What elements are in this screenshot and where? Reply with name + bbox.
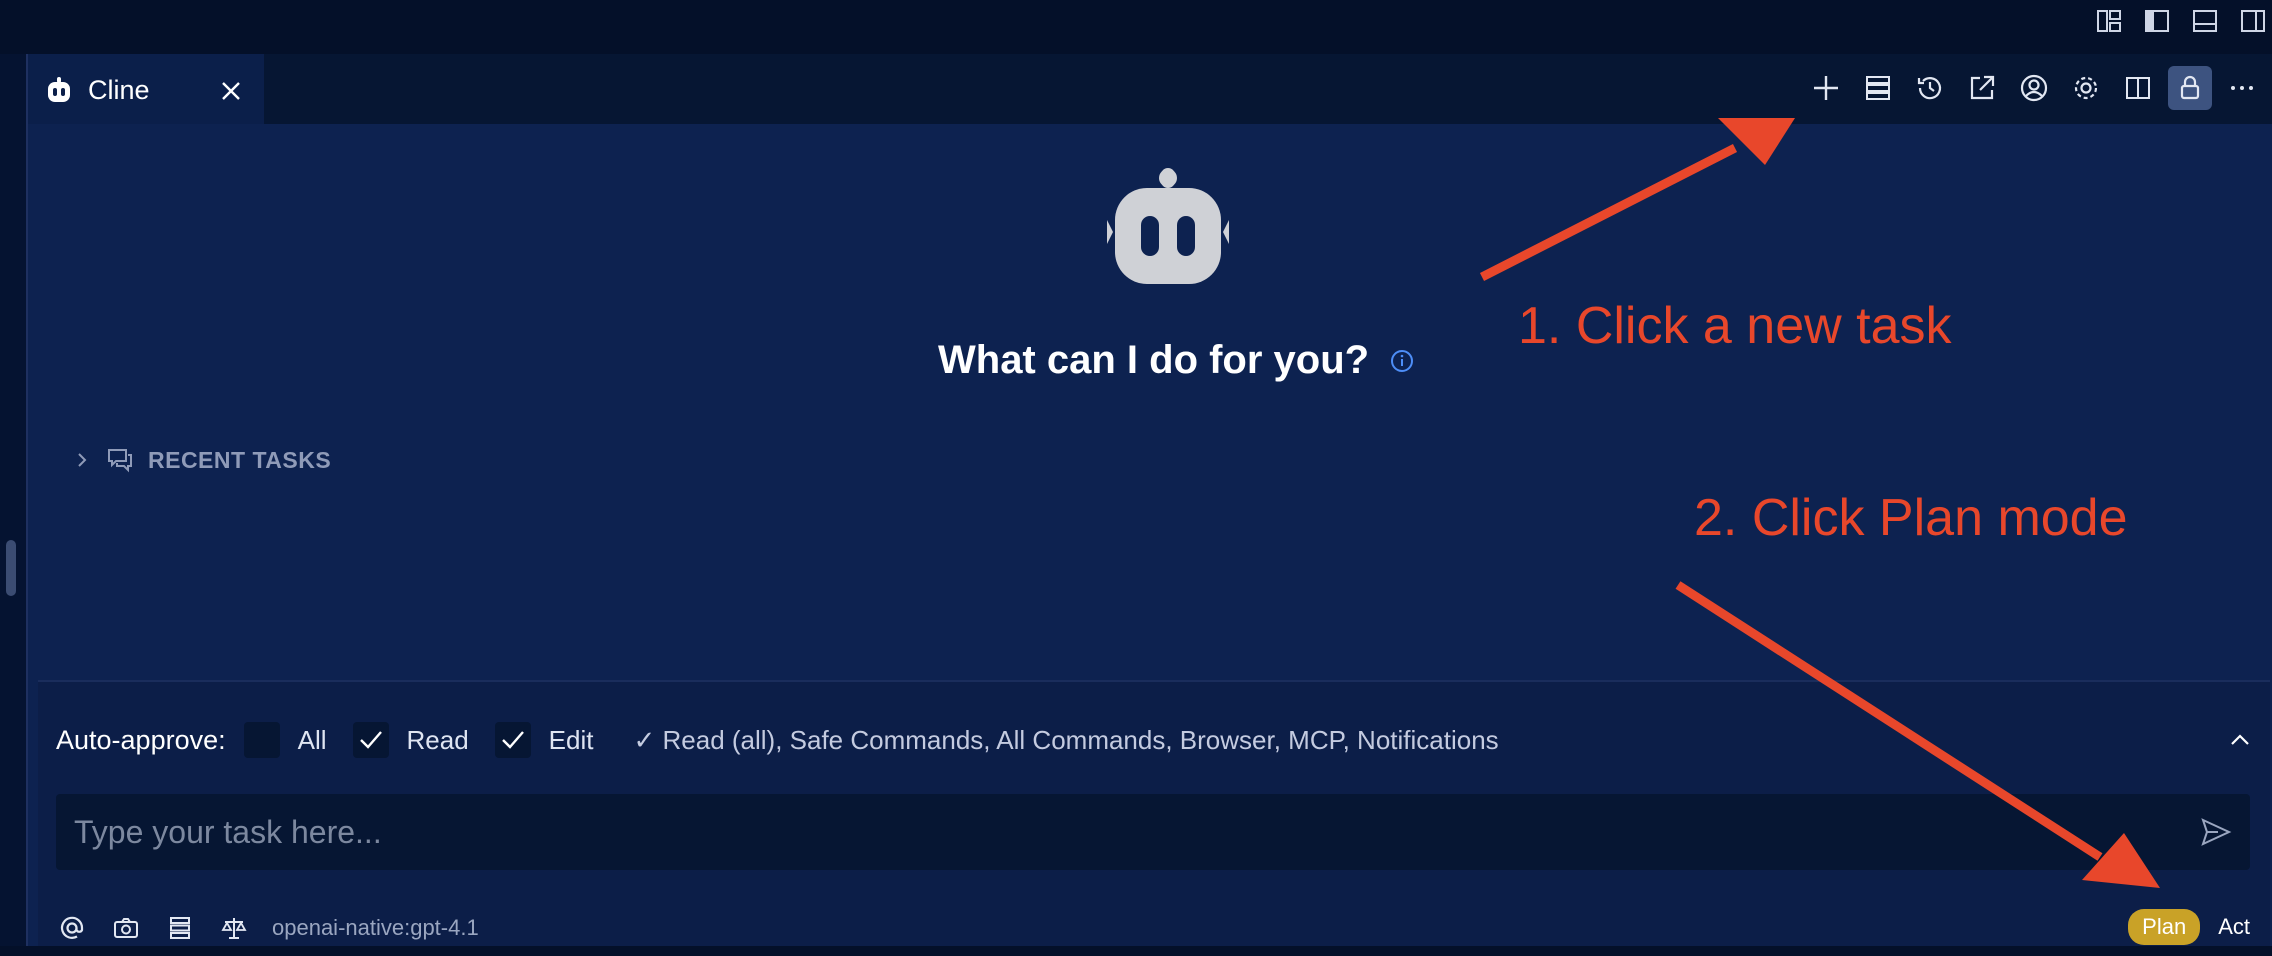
welcome-heading: What can I do for you? [938, 338, 1415, 383]
at-sign-icon [60, 916, 84, 939]
cline-robot-icon [48, 77, 70, 102]
split-icon [2126, 77, 2150, 99]
auto-approve-label: Auto-approve: [56, 724, 226, 755]
camera-icon [114, 918, 138, 938]
chat-composer: Auto-approve: All Read Edit ✓ Read (all)… [38, 680, 2270, 956]
approve-all-label: All [297, 724, 327, 755]
mention-button[interactable] [56, 912, 88, 944]
popout-icon [1970, 75, 1995, 100]
chevron-up-icon [2231, 734, 2249, 745]
plan-mode-button[interactable]: Plan [2128, 909, 2201, 945]
annotation-step-2: 2. Click Plan mode [1694, 489, 2128, 547]
task-input[interactable] [56, 794, 2250, 870]
recent-tasks-toggle[interactable]: RECENT TASKS [72, 446, 331, 474]
chevron-right-icon [78, 453, 87, 467]
lock-icon [2180, 75, 2200, 100]
annotation-step-1: 1. Click a new task [1518, 297, 1952, 355]
new-task-button[interactable] [1804, 66, 1848, 110]
mcp-servers-footer-button[interactable] [164, 912, 196, 944]
collapse-auto-approve-button[interactable] [2222, 722, 2258, 758]
act-mode-button[interactable]: Act [2208, 909, 2260, 945]
send-icon[interactable] [2198, 814, 2234, 850]
close-icon [222, 82, 240, 100]
auto-approve-summary: ✓ Read (all), Safe Commands, All Command… [633, 724, 1499, 755]
more-icon [2231, 86, 2253, 90]
approve-edit-label: Edit [548, 724, 594, 755]
approve-read-checkbox[interactable] [352, 722, 389, 758]
info-icon[interactable] [1389, 348, 1415, 374]
account-button[interactable] [2012, 66, 2056, 110]
cline-robot-icon [1107, 168, 1229, 284]
plan-act-toggle[interactable]: Plan Act [2128, 909, 2260, 945]
history-button[interactable] [1908, 66, 1952, 110]
customize-layout-icon[interactable] [2094, 6, 2124, 36]
servers-icon [170, 917, 190, 939]
rules-button[interactable] [218, 912, 250, 944]
gear-icon [2074, 76, 2098, 100]
approve-edit-checkbox[interactable] [494, 722, 531, 758]
history-icon [1917, 77, 1942, 100]
tab-bar: Cline [28, 54, 2272, 124]
toggle-secondary-sidebar-icon[interactable] [2238, 6, 2268, 36]
tab-title: Cline [88, 74, 150, 105]
servers-icon [1866, 76, 1890, 100]
recent-tasks-label: RECENT TASKS [148, 446, 332, 473]
layout-controls [2094, 6, 2268, 36]
account-icon [2020, 74, 2048, 102]
open-in-editor-button[interactable] [1960, 66, 2004, 110]
page-title: What can I do for you? [938, 338, 1370, 382]
settings-button[interactable] [2064, 66, 2108, 110]
plus-icon [1814, 76, 1838, 100]
left-gutter [0, 54, 26, 956]
composer-footer: openai-native:gpt-4.1 [56, 912, 479, 944]
auto-approve-bar[interactable]: Auto-approve: All Read Edit ✓ Read (all)… [56, 722, 1499, 758]
close-tab-button[interactable] [214, 74, 248, 108]
model-selector[interactable]: openai-native:gpt-4.1 [272, 915, 479, 941]
scales-icon [221, 918, 247, 939]
view-toolbar [1804, 66, 2272, 110]
status-bar [0, 946, 2272, 956]
mcp-servers-button[interactable] [1856, 66, 1900, 110]
approve-all-checkbox[interactable] [243, 722, 280, 758]
tab-cline[interactable]: Cline [28, 54, 264, 124]
comment-discussion-icon [108, 449, 132, 473]
add-image-button[interactable] [110, 912, 142, 944]
toggle-primary-sidebar-icon[interactable] [2142, 6, 2172, 36]
lock-group-button[interactable] [2168, 66, 2212, 110]
scrollbar-thumb[interactable] [6, 540, 16, 596]
toggle-panel-icon[interactable] [2190, 6, 2220, 36]
split-editor-button[interactable] [2116, 66, 2160, 110]
title-bar [0, 0, 2272, 54]
approve-read-label: Read [406, 724, 469, 755]
more-actions-button[interactable] [2220, 66, 2264, 110]
check-icon [359, 731, 382, 749]
check-icon [501, 731, 524, 749]
